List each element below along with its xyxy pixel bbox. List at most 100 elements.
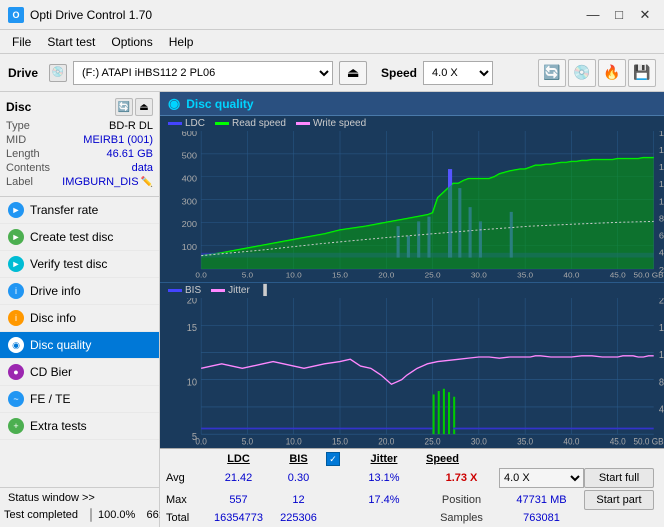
start-part-button[interactable]: Start part — [584, 490, 654, 510]
menu-file[interactable]: File — [4, 33, 39, 51]
disc-quality-header: ◉ Disc quality — [160, 92, 664, 116]
disc-refresh-icon[interactable]: 🔄 — [115, 98, 133, 116]
bis-color — [168, 289, 182, 292]
drive-select[interactable]: (F:) ATAPI iHBS112 2 PL06 — [73, 61, 333, 85]
disc-quality-title: Disc quality — [186, 97, 253, 111]
stats-bis-header: BIS — [271, 452, 326, 466]
stats-header-row: LDC BIS ✓ Jitter Speed — [160, 449, 664, 467]
transfer-rate-label: Transfer rate — [30, 203, 98, 217]
svg-text:0.0: 0.0 — [195, 271, 207, 279]
avg-jitter: 13.1% — [344, 472, 424, 484]
svg-text:0.0: 0.0 — [195, 435, 207, 445]
max-label: Max — [166, 494, 206, 506]
disc-info-icon: i — [8, 310, 24, 326]
sidebar-item-verify-test-disc[interactable]: ► Verify test disc — [0, 251, 159, 278]
fe-te-label: FE / TE — [30, 392, 70, 406]
menu-start-test[interactable]: Start test — [39, 33, 103, 51]
disc-label-label: Label — [6, 176, 61, 188]
sidebar-item-create-test-disc[interactable]: ► Create test disc — [0, 224, 159, 251]
disc-label-value: IMGBURN_DIS — [62, 176, 138, 188]
stats-speed-header: Speed — [424, 452, 499, 466]
svg-text:10.0: 10.0 — [286, 271, 303, 279]
app-icon: O — [8, 7, 24, 23]
svg-text:8X: 8X — [659, 214, 664, 224]
stats-jitter-header: Jitter — [344, 452, 424, 466]
disc-eject-icon[interactable]: ⏏ — [135, 98, 153, 116]
minimize-button[interactable]: — — [582, 4, 604, 26]
sidebar-item-cd-bier[interactable]: ● CD Bier — [0, 359, 159, 386]
transfer-rate-icon: ► — [8, 202, 24, 218]
legend-write: Write speed — [296, 118, 366, 129]
svg-text:200: 200 — [182, 219, 197, 229]
cd-bier-label: CD Bier — [30, 365, 72, 379]
svg-text:600: 600 — [182, 131, 197, 138]
svg-text:5.0: 5.0 — [242, 435, 254, 445]
app-title: Opti Drive Control 1.70 — [30, 8, 152, 22]
sidebar: Disc 🔄 ⏏ Type BD-R DL MID MEIRB1 (001) L… — [0, 92, 160, 527]
total-ldc: 16354773 — [206, 512, 271, 524]
disc-quality-label: Disc quality — [30, 338, 91, 352]
toolbar-refresh-btn[interactable]: 🔄 — [538, 59, 566, 87]
disc-quality-header-icon: ◉ — [168, 95, 180, 112]
verify-test-disc-label: Verify test disc — [30, 257, 107, 271]
jitter-label: Jitter — [228, 285, 250, 296]
svg-text:12X: 12X — [659, 179, 664, 189]
svg-text:50.0 GB: 50.0 GB — [634, 271, 664, 279]
sidebar-item-disc-info[interactable]: i Disc info — [0, 305, 159, 332]
svg-text:100: 100 — [182, 242, 197, 252]
svg-text:12%: 12% — [659, 349, 664, 361]
status-window-button[interactable]: Status window >> — [8, 492, 95, 504]
contents-value: data — [132, 162, 153, 174]
toolbar-disc-btn[interactable]: 💿 — [568, 59, 596, 87]
sidebar-item-extra-tests[interactable]: + Extra tests — [0, 413, 159, 440]
samples-value: 763081 — [499, 512, 584, 524]
stats-avg-row: Avg 21.42 0.30 13.1% 1.73 X 4.0 X Start … — [160, 467, 664, 489]
toolbar-burn-btn[interactable]: 🔥 — [598, 59, 626, 87]
svg-text:16%: 16% — [659, 322, 664, 334]
cd-bier-icon: ● — [8, 364, 24, 380]
menu-help[interactable]: Help — [161, 33, 202, 51]
extra-tests-icon: + — [8, 418, 24, 434]
drive-info-icon: i — [8, 283, 24, 299]
sidebar-item-fe-te[interactable]: ~ FE / TE — [0, 386, 159, 413]
sidebar-item-transfer-rate[interactable]: ► Transfer rate — [0, 197, 159, 224]
svg-text:15.0: 15.0 — [332, 435, 348, 445]
sidebar-item-disc-quality[interactable]: ◉ Disc quality — [0, 332, 159, 359]
svg-text:300: 300 — [182, 197, 197, 207]
disc-label-edit-icon[interactable]: ✏️ — [141, 177, 153, 188]
max-bis: 12 — [271, 494, 326, 506]
svg-text:40.0: 40.0 — [563, 271, 580, 279]
disc-quality-icon: ◉ — [8, 337, 24, 353]
menu-options[interactable]: Options — [103, 33, 160, 51]
svg-text:25.0: 25.0 — [425, 435, 441, 445]
avg-speed: 1.73 X — [424, 472, 499, 484]
drive-icon: 💿 — [49, 64, 67, 82]
drive-info-label: Drive info — [30, 284, 81, 298]
close-button[interactable]: ✕ — [634, 4, 656, 26]
svg-text:10X: 10X — [659, 197, 664, 207]
length-label: Length — [6, 148, 61, 160]
max-ldc: 557 — [206, 494, 271, 506]
toolbar-save-btn[interactable]: 💾 — [628, 59, 656, 87]
status-bar-section: Status window >> Test completed 100.0% 6… — [0, 487, 159, 527]
svg-text:10.0: 10.0 — [286, 435, 302, 445]
svg-text:35.0: 35.0 — [517, 435, 533, 445]
nav-items: ► Transfer rate ► Create test disc ► Ver… — [0, 197, 159, 487]
start-full-button[interactable]: Start full — [584, 468, 654, 488]
menu-bar: File Start test Options Help — [0, 30, 664, 54]
chart2-svg: 20 15 10 5 20% 16% 12% 8% 4% 0.0 5.0 10.… — [160, 298, 664, 446]
mid-label: MID — [6, 134, 61, 146]
svg-text:45.0: 45.0 — [610, 435, 626, 445]
maximize-button[interactable]: □ — [608, 4, 630, 26]
speed-select-dropdown[interactable]: 4.0 X — [499, 468, 584, 488]
svg-text:20%: 20% — [659, 298, 664, 307]
sidebar-item-drive-info[interactable]: i Drive info — [0, 278, 159, 305]
jitter-checkbox[interactable]: ✓ — [326, 452, 340, 466]
drive-label: Drive — [8, 66, 43, 80]
eject-button[interactable]: ⏏ — [339, 61, 367, 85]
svg-text:500: 500 — [182, 151, 197, 161]
svg-text:16X: 16X — [659, 145, 664, 155]
speed-select[interactable]: 4.0 X — [423, 61, 493, 85]
svg-text:400: 400 — [182, 174, 197, 184]
ldc-color — [168, 122, 182, 125]
